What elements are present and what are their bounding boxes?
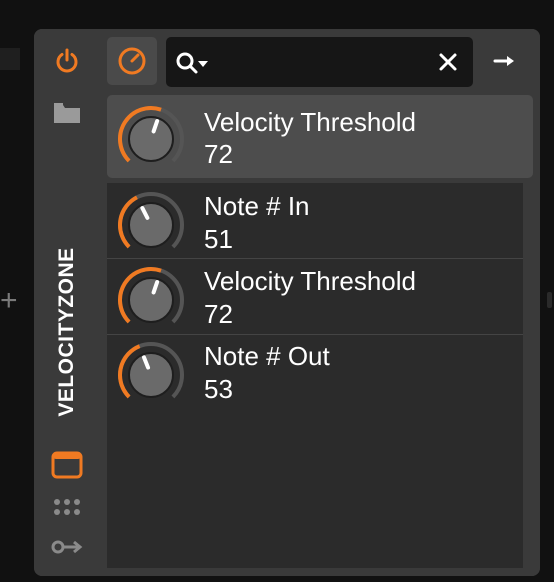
selected-parameter[interactable]: Velocity Threshold 72: [107, 95, 533, 178]
parameter-list: Note # In 51 Velocity Threshold 72 Note …: [107, 183, 523, 568]
parameter-knob[interactable]: [115, 339, 187, 416]
device-content: Velocity Threshold 72 Note # In 51 Veloc…: [100, 29, 540, 576]
parameter-value: 53: [204, 374, 233, 404]
knob-body: [128, 116, 174, 162]
device-sidebar: VELOCITYZONE: [34, 29, 100, 576]
knob-graphic: [118, 267, 184, 324]
knob-body: [128, 277, 174, 323]
parameter-value: 72: [204, 299, 233, 329]
list-item[interactable]: Note # Out 53: [107, 335, 523, 410]
knob-body: [128, 202, 174, 248]
grid-dots-icon[interactable]: [53, 496, 81, 518]
search-input[interactable]: [216, 47, 430, 79]
parameter-name: Note # Out: [204, 341, 330, 371]
add-device-icon[interactable]: +: [0, 286, 18, 316]
search-field[interactable]: [166, 37, 473, 87]
parameter-knob[interactable]: [115, 189, 187, 266]
device-toolbar: [100, 29, 540, 93]
parameter-knob[interactable]: [115, 264, 187, 341]
list-item[interactable]: Note # In 51: [107, 183, 523, 258]
power-icon[interactable]: [53, 47, 81, 75]
arrow-right-icon[interactable]: [490, 49, 520, 73]
knob-graphic: [118, 106, 184, 163]
list-item[interactable]: Velocity Threshold 72: [107, 259, 523, 334]
parameter-knob[interactable]: [115, 103, 187, 180]
background-handle: [547, 292, 552, 308]
parameter-value: 72: [204, 139, 233, 169]
modulator-icon: [118, 47, 146, 75]
device-panel: VELOCITYZONE Velocity Threshold 72 Note …: [34, 29, 540, 576]
device-name: VELOCITYZONE: [55, 247, 78, 417]
parameter-name: Note # In: [204, 191, 310, 221]
parameter-name: Velocity Threshold: [204, 107, 416, 137]
knob-body: [128, 352, 174, 398]
routing-icon[interactable]: [51, 537, 83, 557]
parameter-name: Velocity Threshold: [204, 266, 416, 296]
knob-graphic: [118, 342, 184, 399]
parameter-value: 51: [204, 224, 233, 254]
modulator-button[interactable]: [107, 37, 157, 85]
window-icon[interactable]: [51, 450, 83, 480]
close-icon[interactable]: [436, 50, 460, 74]
background-panel: [0, 48, 20, 70]
knob-graphic: [118, 192, 184, 249]
list-scrollbar[interactable]: [523, 183, 533, 568]
folder-icon[interactable]: [53, 101, 81, 125]
search-icon[interactable]: [174, 50, 210, 81]
